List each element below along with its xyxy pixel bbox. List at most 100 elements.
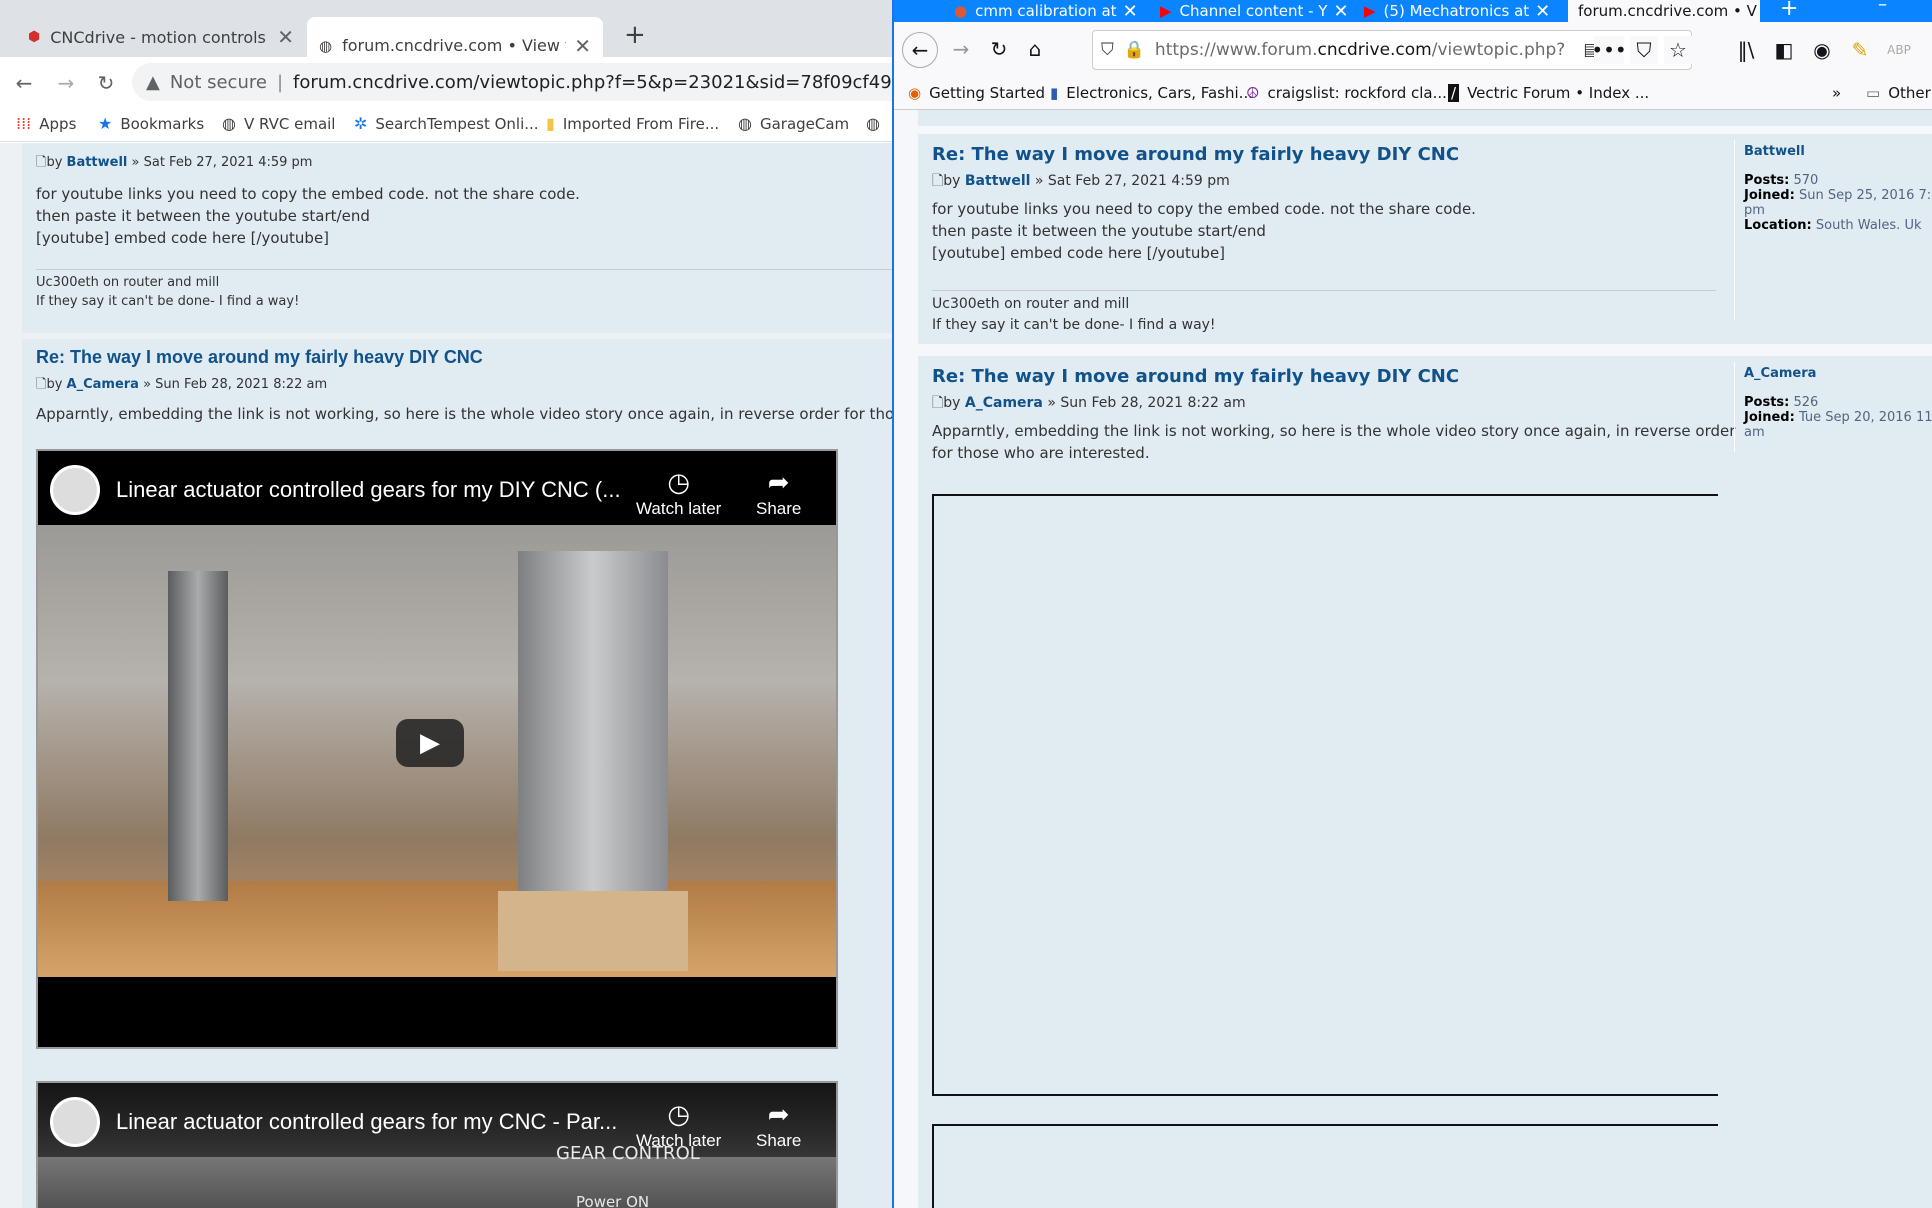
back-arrow-icon[interactable]: ← xyxy=(902,32,938,68)
bookmark-imported[interactable]: ▮ Imported From Fire... xyxy=(546,114,719,133)
video-title[interactable]: Linear actuator controlled gears for my … xyxy=(116,1109,617,1135)
bookmark-searchtempest[interactable]: ✲ SearchTempest Onli... xyxy=(354,114,539,133)
youtube-icon: ▶ xyxy=(1364,2,1376,20)
bookmark-label: Imported From Fire... xyxy=(562,114,720,133)
library-icon[interactable]: ‖\ xyxy=(1732,36,1760,64)
ff-tab-forum[interactable]: forum.cncdrive.com • V✕ xyxy=(1568,0,1760,22)
profile-divider xyxy=(1734,140,1735,320)
globe-icon: ◍ xyxy=(319,36,333,55)
thumbnail-floor xyxy=(38,881,836,977)
minimize-icon[interactable]: – xyxy=(1878,0,1887,15)
close-tab-icon[interactable]: ✕ xyxy=(574,34,591,58)
play-button[interactable]: ▶ xyxy=(396,719,464,767)
forward-arrow-icon[interactable]: → xyxy=(52,69,80,97)
profile-username[interactable]: A_Camera xyxy=(1744,366,1932,381)
empty-embed-frame[interactable] xyxy=(932,494,1718,1096)
close-tab-icon[interactable]: ✕ xyxy=(277,25,294,49)
bookmark-label: Electronics, Cars, Fashi... xyxy=(1066,84,1253,102)
reload-icon[interactable]: ↻ xyxy=(984,34,1014,64)
account-icon[interactable]: ◉ xyxy=(1808,36,1836,64)
close-tab-icon[interactable]: ✕ xyxy=(1333,1,1348,22)
chrome-tab-cncdrive[interactable]: ⬢ CNCdrive - motion controls ✕ xyxy=(16,17,306,57)
channel-avatar[interactable] xyxy=(50,1097,100,1147)
bookmark-star-icon[interactable]: ☆ xyxy=(1664,36,1692,64)
extension-icon[interactable]: ✎ xyxy=(1846,36,1874,64)
post-body: for youtube links you need to copy the e… xyxy=(36,183,876,249)
author-link[interactable]: Battwell xyxy=(965,173,1031,189)
post-line: then paste it between the youtube start/… xyxy=(36,207,370,225)
bookmark-label: Getting Started xyxy=(929,84,1046,102)
clock-icon: ◷ xyxy=(667,467,691,497)
new-tab-button[interactable]: + xyxy=(624,20,646,50)
post-title[interactable]: Re: The way I move around my fairly heav… xyxy=(36,347,483,368)
post-title[interactable]: Re: The way I move around my fairly heav… xyxy=(932,144,1459,165)
bookmark-rvc-email[interactable]: ◍ V RVC email xyxy=(222,114,335,133)
omnibox[interactable]: ▲ Not secure | forum.cncdrive.com/viewto… xyxy=(132,63,892,101)
bookmark-getting-started[interactable]: ◉ Getting Started xyxy=(908,84,1045,102)
joined-date-cont: pm xyxy=(1744,203,1765,218)
ff-new-tab-button[interactable]: + xyxy=(1780,0,1798,21)
empty-embed-frame[interactable] xyxy=(932,1124,1718,1208)
clock-icon: ◷ xyxy=(667,1099,691,1129)
bookmark-electronics[interactable]: ▮ Electronics, Cars, Fashi... xyxy=(1050,84,1253,102)
bookmark-label: Apps xyxy=(39,114,77,133)
bookmarks-overflow-chevron-icon[interactable]: » xyxy=(1832,84,1841,102)
bookmark-other[interactable]: ▭ Other xyxy=(1866,84,1931,102)
youtube-embed[interactable]: Linear actuator controlled gears for my … xyxy=(36,449,838,1049)
reload-icon[interactable]: ↻ xyxy=(92,69,120,97)
ff-tab-cmm[interactable]: ● cmm calibration at ✕ xyxy=(954,0,1154,22)
post-date: Sat Feb 27, 2021 4:59 pm xyxy=(143,155,313,170)
watch-later-button[interactable]: ◷ Watch later xyxy=(636,465,721,519)
firefox-tab-strip: ● cmm calibration at ✕ ▶ Channel content - … xyxy=(894,0,1932,22)
author-link[interactable]: A_Camera xyxy=(965,395,1043,411)
signature-divider xyxy=(36,269,892,270)
bookmark-overflow-globe[interactable]: ◍ xyxy=(866,114,888,133)
bookmark-apps[interactable]: ⁞⁞⁞ Apps xyxy=(16,114,76,133)
share-button[interactable]: ➦ Share xyxy=(756,1097,801,1151)
post-line: for youtube links you need to copy the e… xyxy=(36,185,580,203)
pocket-icon[interactable]: ⛉ xyxy=(1630,36,1658,64)
post-line: for those who are interested. xyxy=(932,444,1150,462)
post-body: Apparntly, embedding the link is not wor… xyxy=(932,420,1735,464)
peace-icon: ☮ xyxy=(1246,84,1260,102)
signature-divider xyxy=(932,290,1716,291)
post-byline: 🗋by Battwell » Sat Feb 27, 2021 4:59 pm xyxy=(36,155,313,170)
bookmark-vectric[interactable]: / Vectric Forum • Index ... xyxy=(1448,84,1649,102)
channel-avatar[interactable] xyxy=(50,465,100,515)
signature-line: Uc300eth on router and mill xyxy=(36,275,220,290)
ff-tab-mechatronics[interactable]: ▶ (5) Mechatronics at ✕ xyxy=(1364,0,1564,22)
ff-tab-channel[interactable]: ▶ Channel content - Y ✕ xyxy=(1160,0,1360,22)
youtube-icon: ▶ xyxy=(1160,2,1172,20)
url-suffix: /viewtopic.php? xyxy=(1431,40,1566,60)
adblock-icon[interactable]: ABP xyxy=(1884,36,1914,64)
star-icon: ★ xyxy=(98,114,113,133)
thumbnail-block xyxy=(498,891,688,971)
post-line: [youtube] embed code here [/youtube] xyxy=(932,244,1226,262)
sidebar-icon[interactable]: ◧ xyxy=(1770,36,1798,64)
close-tab-icon[interactable]: ✕ xyxy=(1535,1,1550,22)
share-button[interactable]: ➦ Share xyxy=(756,465,801,519)
bookmark-label: Bookmarks xyxy=(120,114,205,133)
lock-icon: 🔒 xyxy=(1123,40,1145,60)
home-icon[interactable]: ⌂ xyxy=(1020,34,1050,64)
posts-label: Posts: xyxy=(1744,173,1790,188)
chrome-bookmarks-bar: ⁞⁞⁞ Apps ★ Bookmarks ◍ V RVC email ✲ SearchT… xyxy=(0,106,892,142)
back-arrow-icon[interactable]: ← xyxy=(10,69,38,97)
profile-username[interactable]: Battwell xyxy=(1744,144,1932,159)
close-tab-icon[interactable]: ✕ xyxy=(1123,1,1138,22)
video-title[interactable]: Linear actuator controlled gears for my … xyxy=(116,477,621,503)
bookmark-bookmarks[interactable]: ★ Bookmarks xyxy=(98,114,204,133)
url-domain: cncdrive.com xyxy=(1317,40,1432,60)
post-byline: 🗋by A_Camera » Sun Feb 28, 2021 8:22 am xyxy=(36,377,328,392)
post-icon: 🗋 xyxy=(932,395,944,411)
firefox-toolbar: ← → ↻ ⌂ ⛉ 🔒 https://www.forum. cncdrive.c… xyxy=(894,22,1932,78)
forward-arrow-icon[interactable]: → xyxy=(946,34,976,64)
post-title[interactable]: Re: The way I move around my fairly heav… xyxy=(932,366,1459,387)
bookmark-craigslist[interactable]: ☮ craigslist: rockford cla... xyxy=(1246,84,1447,102)
author-link[interactable]: A_Camera xyxy=(67,377,139,392)
youtube-embed[interactable]: Linear actuator controlled gears for my … xyxy=(36,1081,838,1208)
author-link[interactable]: Battwell xyxy=(67,155,128,170)
bookmark-garagecam[interactable]: ◍ GarageCam xyxy=(738,114,849,133)
tab-label: cmm calibration at xyxy=(975,2,1117,20)
page-actions-icon[interactable]: ••• xyxy=(1591,36,1627,64)
